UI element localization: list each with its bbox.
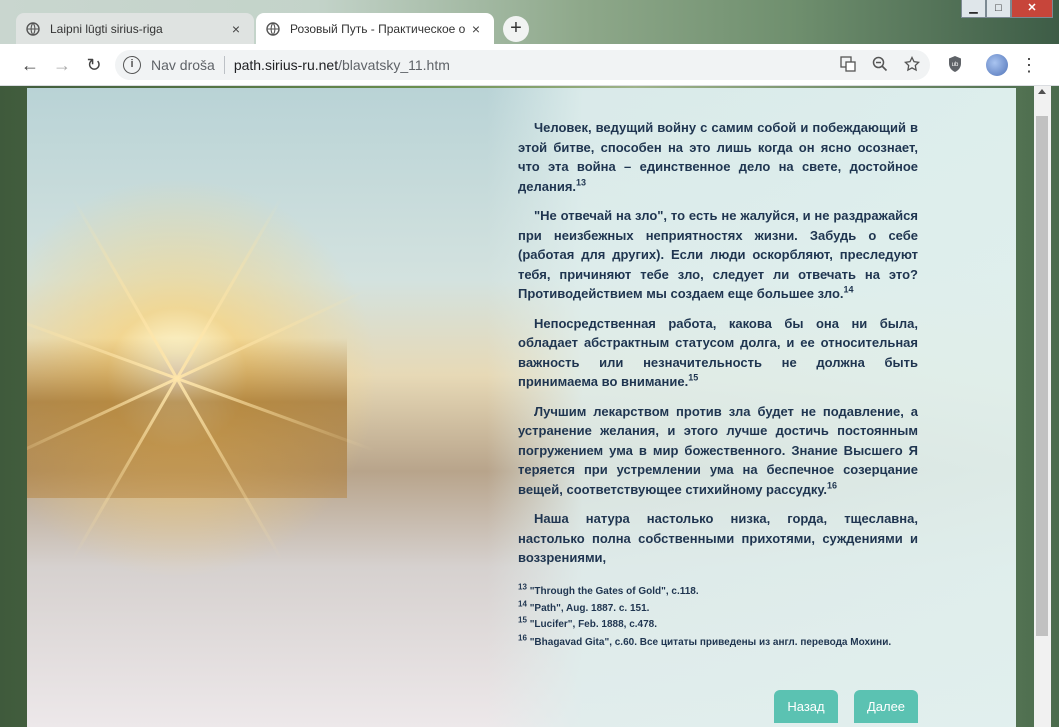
zoom-out-icon[interactable] [871,56,889,74]
window-titlebar: Laipni lūgti sirius-riga × Розовый Путь … [0,0,1059,44]
footnotes: 13 "Through the Gates of Gold", с.118. 1… [518,582,918,649]
tab-title: Laipni lūgti sirius-riga [50,21,163,36]
footnote: 16 "Bhagavad Gita", с.60. Все цитаты при… [518,633,918,649]
tab-rozovyi-put[interactable]: Розовый Путь - Практическое о × [256,13,494,44]
footnote-number: 14 [518,599,527,609]
footnote-number: 13 [518,582,527,592]
footnote-ref: 15 [688,372,699,383]
footnote-ref: 14 [843,284,854,295]
footnote-number: 15 [518,615,527,625]
address-bar[interactable]: i Nav droša path.sirius-ru.net/blavatsky… [115,50,930,80]
maximize-button[interactable]: □ [986,0,1011,18]
url-text[interactable]: path.sirius-ru.net/blavatsky_11.htm [234,57,450,73]
next-page-button[interactable]: Далее [854,690,918,723]
divider [223,56,225,74]
info-icon[interactable]: i [123,56,141,74]
footnote-ref: 13 [576,177,587,188]
kebab-menu-icon[interactable]: ⋮ [1019,55,1039,75]
url-host: path.sirius-ru.net [233,57,339,73]
vertical-scrollbar[interactable] [1034,86,1051,727]
globe-icon [26,21,40,36]
paragraph: Непосредственная работа, какова бы она н… [518,314,918,392]
avatar[interactable] [986,54,1008,76]
paragraph-text: Непосредственная работа, какова бы она н… [518,315,918,390]
footnote: 13 "Through the Gates of Gold", с.118. [518,582,918,601]
url-path: /blavatsky_11.htm [338,57,450,73]
footnote-ref: 16 [827,480,838,491]
globe-icon [266,21,280,36]
window-controls: ▁ □ ✕ [961,0,1053,18]
footnote-text: "Through the Gates of Gold", с.118. [529,586,699,597]
footnote: 15 "Lucifer", Feb. 1888, с.478. [518,615,918,634]
paragraph: Лучшим лекарством против зла будет не по… [518,402,918,500]
footnote-text: "Lucifer", Feb. 1888, с.478. [529,619,658,630]
new-tab-button[interactable]: + [503,16,529,42]
paragraph: Наша натура настолько низка, горда, тщес… [518,509,918,568]
star-icon[interactable] [903,55,921,74]
tab-sirius-riga[interactable]: Laipni lūgti sirius-riga × [16,13,254,44]
footnote-text: "Bhagavad Gita", с.60. Все цитаты привед… [529,636,892,648]
browser-toolbar: ← → ↻ i Nav droša path.sirius-ru.net/bla… [0,44,1059,86]
article-text: Человек, ведущий войну с самим собой и п… [518,118,918,578]
shield-extension-icon[interactable]: ub [945,55,965,75]
paragraph-text: "Не отвечай на зло", то есть не жалуйся,… [518,208,918,301]
tab-close-icon[interactable]: × [468,21,484,37]
forward-button[interactable]: → [50,53,74,77]
footnote-text: "Path", Aug. 1887. с. 151. [529,602,650,614]
translate-icon[interactable] [839,56,857,74]
paragraph-text: Наша натура настолько низка, горда, тщес… [518,511,918,565]
tab-close-icon[interactable]: × [228,21,244,37]
paragraph: "Не отвечай на зло", то есть не жалуйся,… [518,206,918,304]
paragraph-text: Лучшим лекарством против зла будет не по… [518,403,918,497]
back-button[interactable]: ← [18,53,42,77]
footnote: 14 "Path", Aug. 1887. с. 151. [518,599,918,618]
security-label: Nav droša [151,57,215,73]
tab-title: Розовый Путь - Практическое о [290,21,466,36]
paragraph: Человек, ведущий войну с самим собой и п… [518,118,918,196]
close-window-button[interactable]: ✕ [1011,0,1053,18]
reload-button[interactable]: ↻ [82,53,106,77]
back-page-button[interactable]: Назад [774,690,838,723]
scrollbar-thumb[interactable] [1036,116,1048,636]
page-viewport: Человек, ведущий войну с самим собой и п… [0,86,1059,727]
footnote-number: 16 [518,633,527,643]
minimize-button[interactable]: ▁ [961,0,986,18]
svg-text:ub: ub [952,62,959,68]
article-container: Человек, ведущий войну с самим собой и п… [27,88,1016,727]
scroll-up-icon[interactable] [1038,89,1046,94]
